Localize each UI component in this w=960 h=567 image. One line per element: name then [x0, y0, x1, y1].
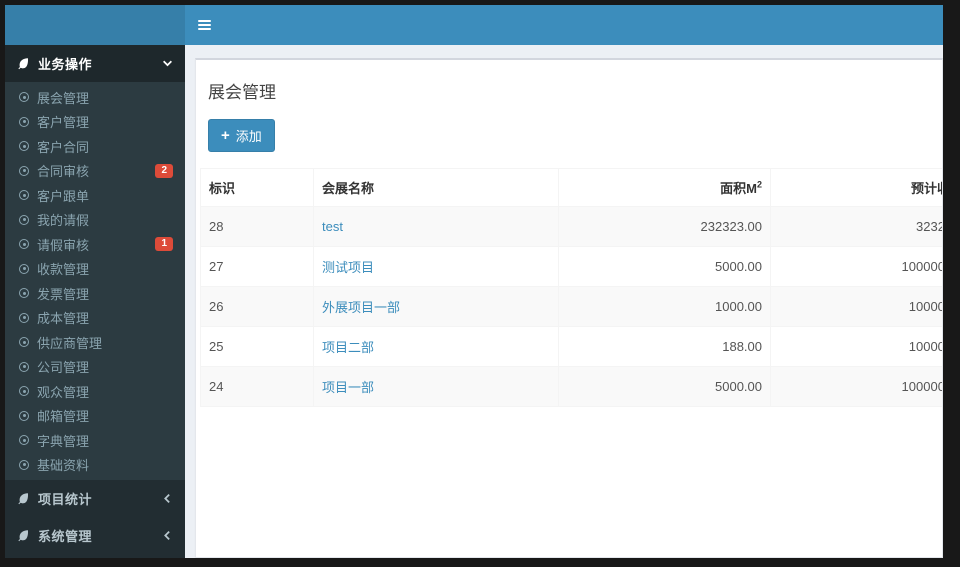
- dot-circle-icon: [19, 337, 29, 348]
- sidebar-item-customer-contract[interactable]: 客户合同: [5, 134, 185, 159]
- dot-circle-icon: [19, 141, 29, 152]
- cell-revenue: 3232.00: [770, 206, 942, 247]
- cell-id: 26: [200, 286, 314, 327]
- top-navbar: [5, 5, 943, 45]
- cell-area: 5000.00: [558, 366, 771, 407]
- cell-name: test: [313, 206, 559, 247]
- cell-revenue: 10000.00: [770, 326, 942, 367]
- table-header-row: 标识 会展名称 面积M2 预计收入 实施部门: [200, 168, 942, 207]
- dot-circle-icon: [19, 263, 29, 274]
- hamburger-icon[interactable]: [185, 5, 223, 45]
- sidebar-section-project-stats[interactable]: 项目统计: [5, 480, 185, 517]
- table-row: 26 外展项目一部 1000.00 10000.00 外展项目: [200, 286, 942, 327]
- leaf-icon: [17, 492, 30, 505]
- sidebar-item-leave-review[interactable]: 请假审核 1: [5, 232, 185, 257]
- cell-id: 24: [200, 366, 314, 407]
- table-row: 25 项目二部 188.00 10000.00 内展项目: [200, 326, 942, 367]
- dot-circle-icon: [19, 361, 29, 372]
- sidebar-item-mailbox-mgmt[interactable]: 邮箱管理: [5, 404, 185, 429]
- exhibition-link[interactable]: 外展项目一部: [322, 300, 400, 315]
- dot-circle-icon: [19, 410, 29, 421]
- sidebar-item-exhibition-mgmt[interactable]: 展会管理: [5, 85, 185, 110]
- page-title: 展会管理: [208, 83, 276, 102]
- sidebar-section-label: 系统管理: [38, 529, 93, 544]
- dot-circle-icon: [19, 459, 29, 470]
- sidebar-item-invoice-mgmt[interactable]: 发票管理: [5, 281, 185, 306]
- sidebar-item-payment-mgmt[interactable]: 收款管理: [5, 257, 185, 282]
- exhibition-link[interactable]: test: [322, 219, 343, 234]
- sidebar-item-customer-followup[interactable]: 客户跟单: [5, 183, 185, 208]
- col-header-name: 会展名称: [313, 168, 559, 207]
- add-button[interactable]: + 添加: [208, 119, 275, 152]
- notification-badge: 1: [155, 237, 173, 252]
- exhibition-link[interactable]: 项目二部: [322, 340, 374, 355]
- cell-id: 28: [200, 206, 314, 247]
- table-row: 27 测试项目 5000.00 100000.00 内展项目: [200, 246, 942, 287]
- table-row: 24 项目一部 5000.00 100000.00 内展项目: [200, 366, 942, 407]
- dot-circle-icon: [19, 386, 29, 397]
- chevron-left-icon: [162, 493, 173, 504]
- logo-area: [5, 5, 185, 45]
- sidebar-section-label: 业务操作: [38, 57, 93, 72]
- cell-area: 188.00: [558, 326, 771, 367]
- content-area: 展会管理 + 添加 标识 会展名称 面积M2 预计收入 实施部门: [185, 45, 943, 558]
- cell-name: 外展项目一部: [313, 286, 559, 327]
- sidebar-item-my-leave[interactable]: 我的请假: [5, 208, 185, 233]
- sidebar-item-dictionary-mgmt[interactable]: 字典管理: [5, 428, 185, 453]
- dot-circle-icon: [19, 239, 29, 250]
- cell-name: 项目二部: [313, 326, 559, 367]
- sidebar-section-label: 项目统计: [38, 492, 93, 507]
- chevron-left-icon: [162, 530, 173, 541]
- col-header-id: 标识: [200, 168, 314, 207]
- notification-badge: 2: [155, 163, 173, 178]
- cell-revenue: 100000.00: [770, 246, 942, 287]
- dot-circle-icon: [19, 214, 29, 225]
- table-row: 28 test 232323.00 3232.00 内展项目: [200, 206, 942, 247]
- sidebar-section-business-ops[interactable]: 业务操作: [5, 45, 185, 82]
- dot-circle-icon: [19, 190, 29, 201]
- exhibition-link[interactable]: 项目一部: [322, 380, 374, 395]
- leaf-icon: [17, 57, 30, 70]
- sidebar-item-contract-review[interactable]: 合同审核 2: [5, 159, 185, 184]
- cell-revenue: 100000.00: [770, 366, 942, 407]
- sidebar-item-customer-mgmt[interactable]: 客户管理: [5, 110, 185, 135]
- cell-area: 232323.00: [558, 206, 771, 247]
- cell-area: 1000.00: [558, 286, 771, 327]
- dot-circle-icon: [19, 116, 29, 127]
- sidebar-item-company-mgmt[interactable]: 公司管理: [5, 355, 185, 380]
- cell-revenue: 10000.00: [770, 286, 942, 327]
- cell-area: 5000.00: [558, 246, 771, 287]
- sidebar: 业务操作 展会管理 客户管理 客户合同 合同审核 2 客户跟单 我的请假 请假审…: [5, 45, 185, 558]
- cell-id: 27: [200, 246, 314, 287]
- col-header-area: 面积M2: [558, 168, 771, 207]
- sidebar-item-basic-data[interactable]: 基础资料: [5, 453, 185, 478]
- sidebar-item-supplier-mgmt[interactable]: 供应商管理: [5, 330, 185, 355]
- col-header-revenue: 预计收入: [770, 168, 942, 207]
- dot-circle-icon: [19, 165, 29, 176]
- chevron-down-icon: [162, 58, 173, 69]
- exhibition-link[interactable]: 测试项目: [322, 260, 374, 275]
- sidebar-item-cost-mgmt[interactable]: 成本管理: [5, 306, 185, 331]
- cell-id: 25: [200, 326, 314, 367]
- cell-name: 项目一部: [313, 366, 559, 407]
- leaf-icon: [17, 529, 30, 542]
- sidebar-submenu: 展会管理 客户管理 客户合同 合同审核 2 客户跟单 我的请假 请假审核 1 收…: [5, 82, 185, 480]
- app-window: 业务操作 展会管理 客户管理 客户合同 合同审核 2 客户跟单 我的请假 请假审…: [5, 5, 943, 558]
- plus-icon: +: [221, 127, 230, 144]
- content-box: 展会管理 + 添加 标识 会展名称 面积M2 预计收入 实施部门: [195, 58, 943, 558]
- dot-circle-icon: [19, 92, 29, 103]
- dot-circle-icon: [19, 435, 29, 446]
- sidebar-section-system-mgmt[interactable]: 系统管理: [5, 517, 185, 554]
- dot-circle-icon: [19, 312, 29, 323]
- cell-name: 测试项目: [313, 246, 559, 287]
- exhibition-table: 标识 会展名称 面积M2 预计收入 实施部门 28 test 232323.00: [200, 168, 942, 407]
- sidebar-item-audience-mgmt[interactable]: 观众管理: [5, 379, 185, 404]
- dot-circle-icon: [19, 288, 29, 299]
- navbar: [185, 5, 943, 45]
